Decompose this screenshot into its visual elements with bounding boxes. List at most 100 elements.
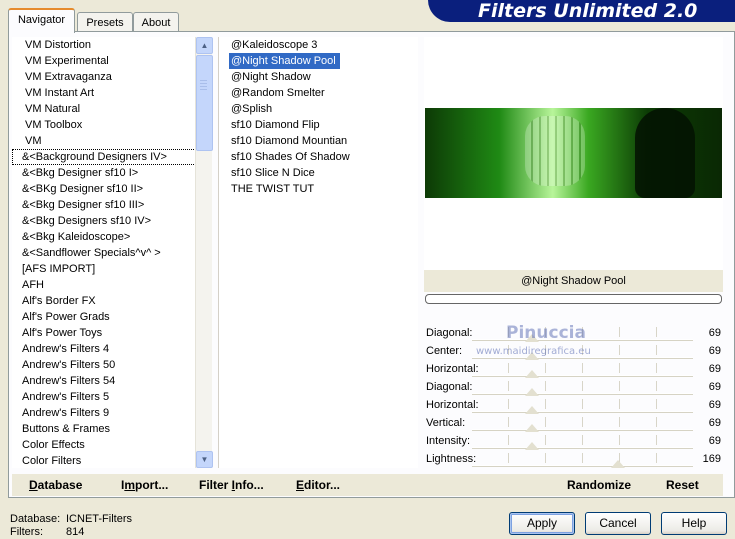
slider-ticks: [472, 435, 693, 445]
filter-item[interactable]: @Night Shadow Pool: [229, 53, 340, 69]
filter-info-label: nfo...: [235, 478, 264, 492]
slider-ticks: [472, 381, 693, 391]
tab-presets[interactable]: Presets: [77, 12, 133, 32]
filter-item[interactable]: @Night Shadow: [219, 69, 418, 85]
slider-ticks: [472, 363, 693, 373]
slider-row: Intensity: 69: [424, 433, 723, 451]
scroll-down-button[interactable]: ▼: [196, 451, 213, 468]
filter-row: sf10 Slice N Dice: [219, 165, 418, 181]
selected-filter-name: @Night Shadow Pool: [424, 270, 723, 292]
slider-ticks: [472, 417, 693, 427]
slider-value: 69: [708, 381, 721, 393]
slider-row: Lightness: 169: [424, 451, 723, 469]
category-item[interactable]: [AFS IMPORT]: [12, 261, 212, 277]
preview-highlight: [525, 116, 585, 186]
category-item[interactable]: AFH: [12, 277, 212, 293]
slider-label: Horizontal:: [426, 363, 479, 375]
database-info: Database: ICNET-Filters Filters: 814: [10, 513, 132, 539]
category-item[interactable]: Color Filters: [12, 453, 212, 468]
slider-thumb[interactable]: [610, 460, 625, 468]
category-item[interactable]: &<Bkg Designers sf10 IV>: [12, 213, 212, 229]
filter-item[interactable]: sf10 Diamond Mountian: [219, 133, 418, 149]
import-accel: m: [124, 478, 136, 492]
category-item[interactable]: &<Bkg Designer sf10 I>: [12, 165, 212, 181]
slider-track[interactable]: [472, 411, 693, 413]
category-item[interactable]: &<Bkg Kaleidoscope>: [12, 229, 212, 245]
category-item[interactable]: Andrew's Filters 54: [12, 373, 212, 389]
slider-row: Horizontal: 69: [424, 361, 723, 379]
slider-ticks: [472, 453, 693, 463]
slider-label: Diagonal:: [426, 381, 473, 393]
category-item[interactable]: Buttons & Frames: [12, 421, 212, 437]
slider-value: 69: [708, 345, 721, 357]
category-item[interactable]: VM: [12, 133, 212, 149]
category-item[interactable]: &<Sandflower Specials^v^ >: [12, 245, 212, 261]
slider-track[interactable]: [472, 429, 693, 431]
scroll-thumb[interactable]: [196, 55, 213, 151]
tab-navigator[interactable]: Navigator: [8, 8, 75, 33]
category-item[interactable]: Alf's Power Grads: [12, 309, 212, 325]
slider-ticks: [472, 399, 693, 409]
category-item[interactable]: Andrew's Filters 4: [12, 341, 212, 357]
slider-thumb[interactable]: [524, 442, 539, 450]
help-button[interactable]: Help: [661, 512, 727, 535]
slider-thumb[interactable]: [524, 370, 539, 378]
import-button[interactable]: Import...: [121, 478, 168, 492]
filter-item[interactable]: @Splish: [219, 101, 418, 117]
tab-about[interactable]: About: [133, 12, 179, 32]
category-item[interactable]: &<BKg Designer sf10 II>: [12, 181, 212, 197]
category-item[interactable]: &<Background Designers IV>: [12, 149, 212, 165]
slider-value: 69: [708, 363, 721, 375]
cancel-button[interactable]: Cancel: [585, 512, 651, 535]
slider-value: 169: [702, 453, 721, 465]
editor-button[interactable]: Editor...: [296, 478, 340, 492]
reset-button[interactable]: Reset: [666, 478, 699, 492]
slider-track[interactable]: [472, 357, 693, 359]
slider-value: 69: [708, 417, 721, 429]
category-item[interactable]: VM Extravaganza: [12, 69, 212, 85]
editor-accel: E: [296, 478, 305, 492]
slider-value: 69: [708, 327, 721, 339]
slider-thumb[interactable]: [524, 424, 539, 432]
category-item[interactable]: VM Distortion: [12, 37, 212, 53]
category-list[interactable]: VM Distortion VM Experimental VM Extravaga…: [12, 37, 212, 468]
filters-count-value: 814: [66, 526, 85, 538]
randomize-button[interactable]: Randomize: [567, 478, 631, 492]
category-scrollbar[interactable]: ▲ ― ― ― ― ▼: [195, 37, 213, 468]
apply-button[interactable]: Apply: [509, 512, 575, 535]
filter-item[interactable]: @Kaleidoscope 3: [219, 37, 418, 53]
filter-item[interactable]: sf10 Diamond Flip: [219, 117, 418, 133]
filter-info-button[interactable]: Filter Info...: [199, 478, 264, 492]
slider-thumb[interactable]: [524, 388, 539, 396]
progress-bar: [425, 294, 722, 304]
category-item[interactable]: Alf's Power Toys: [12, 325, 212, 341]
filter-row: THE TWIST TUT: [219, 181, 418, 197]
category-item[interactable]: VM Instant Art: [12, 85, 212, 101]
slider-label: Vertical:: [426, 417, 466, 429]
category-item[interactable]: Andrew's Filters 9: [12, 405, 212, 421]
category-item[interactable]: Color Effects: [12, 437, 212, 453]
category-item[interactable]: Alf's Border FX: [12, 293, 212, 309]
import-label: port...: [135, 478, 169, 492]
slider-thumb[interactable]: [524, 406, 539, 414]
filter-list[interactable]: @Kaleidoscope 3 @Night Shadow Pool @Night …: [218, 37, 418, 468]
filter-item[interactable]: THE TWIST TUT: [219, 181, 418, 197]
slider-track[interactable]: [472, 375, 693, 377]
watermark-name: Pinuccia: [506, 323, 586, 343]
category-item[interactable]: VM Natural: [12, 101, 212, 117]
filter-item[interactable]: @Random Smelter: [219, 85, 418, 101]
slider-track[interactable]: [472, 465, 693, 467]
category-item[interactable]: Andrew's Filters 5: [12, 389, 212, 405]
filter-item[interactable]: sf10 Slice N Dice: [219, 165, 418, 181]
filter-item[interactable]: sf10 Shades Of Shadow: [219, 149, 418, 165]
category-item[interactable]: VM Experimental: [12, 53, 212, 69]
database-info-label: Database:: [10, 513, 61, 525]
slider-track[interactable]: [472, 393, 693, 395]
scroll-up-button[interactable]: ▲: [196, 37, 213, 54]
app-title-banner: Filters Unlimited 2.0: [428, 0, 735, 22]
category-item[interactable]: VM Toolbox: [12, 117, 212, 133]
slider-track[interactable]: [472, 447, 693, 449]
category-item[interactable]: &<Bkg Designer sf10 III>: [12, 197, 212, 213]
database-button[interactable]: Database: [29, 478, 82, 492]
category-item[interactable]: Andrew's Filters 50: [12, 357, 212, 373]
